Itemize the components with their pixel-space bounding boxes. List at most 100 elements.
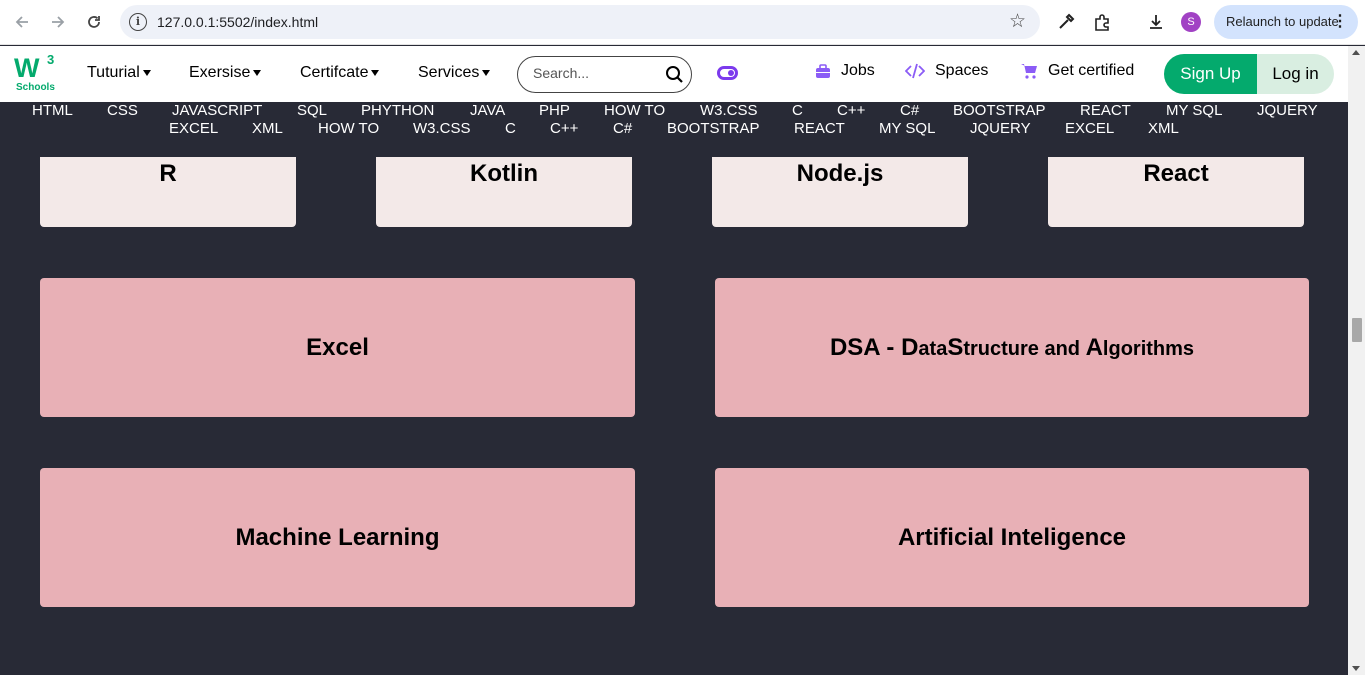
course-card-title: Artificial Inteligence — [897, 523, 1127, 551]
course-card-react[interactable]: React — [1048, 157, 1304, 227]
course-card-machine-learning[interactable]: Machine Learning — [40, 468, 635, 607]
course-card-title: Kotlin — [470, 160, 538, 187]
menu-certificate-label: Certifcate — [300, 64, 369, 81]
logo-subtitle: Schools — [16, 82, 55, 93]
topic-link[interactable]: JQUERY — [1257, 102, 1318, 119]
caret-down-icon — [482, 69, 491, 76]
topic-link[interactable]: PHP — [539, 102, 570, 119]
dsa-letter: A — [1085, 333, 1103, 361]
menu-services[interactable]: Services — [418, 64, 491, 82]
caret-down-icon — [253, 69, 262, 76]
menu-exercise-label: Exersise — [189, 64, 251, 81]
search-icon[interactable] — [665, 65, 684, 89]
scroll-up-icon[interactable] — [1352, 50, 1360, 55]
topic-nav: HTML CSS JAVASCRIPT SQL PHYTHON JAVA PHP… — [0, 102, 1348, 138]
topic-link[interactable]: W3.CSS — [700, 102, 758, 119]
topic-link[interactable]: C# — [613, 120, 632, 137]
course-card-excel[interactable]: Excel — [40, 278, 635, 417]
topic-link[interactable]: JAVA — [470, 102, 505, 119]
url-text[interactable]: 127.0.0.1:5502/index.html — [157, 14, 318, 30]
page-scrollbar[interactable] — [1348, 46, 1365, 675]
course-card-dsa[interactable]: DSA - DataStructure and Algorithms — [715, 278, 1309, 417]
eyedropper-icon[interactable] — [1054, 10, 1078, 34]
topic-link[interactable]: XML — [252, 120, 283, 137]
briefcase-icon — [816, 63, 830, 78]
topic-link[interactable]: HOW TO — [318, 120, 379, 137]
profile-avatar[interactable]: S — [1181, 12, 1201, 32]
topic-link[interactable]: JQUERY — [970, 120, 1031, 137]
site-header: W 3 Schools Tuturial Exersise Certifcate… — [0, 46, 1365, 102]
course-card-nodejs[interactable]: Node.js — [712, 157, 968, 227]
course-card-title: Node.js — [796, 160, 884, 187]
relaunch-label: Relaunch to update — [1226, 14, 1339, 29]
site-info-icon[interactable]: i — [129, 13, 147, 31]
extensions-icon[interactable] — [1090, 10, 1114, 34]
topic-link[interactable]: HOW TO — [604, 102, 665, 119]
back-icon[interactable] — [10, 10, 34, 34]
topic-link[interactable]: MY SQL — [1166, 102, 1222, 119]
menu-exercise[interactable]: Exersise — [189, 64, 262, 82]
course-card-title: Excel — [306, 333, 369, 361]
menu-tutorial-label: Tuturial — [87, 64, 140, 81]
code-icon — [905, 63, 925, 79]
topic-link[interactable]: C — [505, 120, 516, 137]
scroll-down-icon[interactable] — [1352, 666, 1360, 671]
address-bar[interactable]: i 127.0.0.1:5502/index.html ☆ — [120, 5, 1040, 39]
menu-tutorial[interactable]: Tuturial — [87, 64, 151, 82]
jobs-label: Jobs — [841, 62, 875, 79]
reload-icon[interactable] — [82, 10, 106, 34]
signup-button[interactable]: Sign Up — [1164, 54, 1257, 94]
get-certified-link[interactable]: Get certified — [1020, 62, 1134, 80]
login-button[interactable]: Log in — [1257, 54, 1334, 94]
theme-toggle[interactable] — [717, 66, 738, 80]
topic-link[interactable]: HTML — [32, 102, 73, 119]
course-card-title: React — [1143, 160, 1209, 187]
topic-link[interactable]: C — [792, 102, 803, 119]
topic-link[interactable]: C++ — [550, 120, 578, 137]
cart-icon — [1021, 64, 1037, 79]
topic-link[interactable]: REACT — [794, 120, 845, 137]
topic-link[interactable]: CSS — [107, 102, 138, 119]
dsa-word: tructure and — [963, 337, 1086, 360]
course-card-r[interactable]: R — [40, 157, 296, 227]
topic-link[interactable]: BOOTSTRAP — [953, 102, 1046, 119]
topic-link[interactable]: JAVASCRIPT — [172, 102, 262, 119]
topic-link[interactable]: C# — [900, 102, 919, 119]
course-card-title: DSA - DataStructure and Algorithms — [830, 334, 1194, 362]
jobs-link[interactable]: Jobs — [815, 62, 875, 80]
search-box — [517, 56, 692, 93]
topic-link[interactable]: PHYTHON — [361, 102, 434, 119]
caret-down-icon — [142, 69, 151, 76]
topic-link[interactable]: XML — [1148, 120, 1179, 137]
topic-link[interactable]: W3.CSS — [413, 120, 471, 137]
download-icon[interactable] — [1144, 10, 1168, 34]
topic-link[interactable]: EXCEL — [169, 120, 218, 137]
course-card-title: R — [159, 160, 177, 187]
relaunch-button[interactable]: Relaunch to update ⋮ — [1214, 5, 1358, 39]
dsa-word: ata — [918, 337, 948, 360]
more-menu-icon[interactable]: ⋮ — [1332, 5, 1348, 39]
topic-link[interactable]: BOOTSTRAP — [667, 120, 760, 137]
topic-link[interactable]: C++ — [837, 102, 865, 119]
dsa-word: lgorithms — [1102, 337, 1195, 360]
search-input[interactable] — [533, 65, 663, 81]
topic-link[interactable]: MY SQL — [879, 120, 935, 137]
spaces-label: Spaces — [935, 62, 989, 79]
scrollbar-thumb[interactable] — [1352, 318, 1362, 342]
topic-link[interactable]: SQL — [297, 102, 327, 119]
topic-link[interactable]: REACT — [1080, 102, 1131, 119]
caret-down-icon — [371, 69, 380, 76]
dsa-letter: S — [947, 333, 964, 361]
topic-link[interactable]: EXCEL — [1065, 120, 1114, 137]
logo-superscript: 3 — [47, 52, 55, 67]
bookmark-star-icon[interactable]: ☆ — [1009, 10, 1026, 33]
course-card-artificial-intelligence[interactable]: Artificial Inteligence — [715, 468, 1309, 607]
menu-certificate[interactable]: Certifcate — [300, 64, 380, 82]
spaces-link[interactable]: Spaces — [905, 62, 988, 80]
course-card-kotlin[interactable]: Kotlin — [376, 157, 632, 227]
dsa-letter: D — [901, 333, 919, 361]
dsa-prefix: DSA - — [829, 333, 902, 361]
forward-icon[interactable] — [46, 10, 70, 34]
w3schools-logo[interactable]: W 3 Schools — [14, 52, 60, 94]
menu-services-label: Services — [418, 64, 480, 81]
